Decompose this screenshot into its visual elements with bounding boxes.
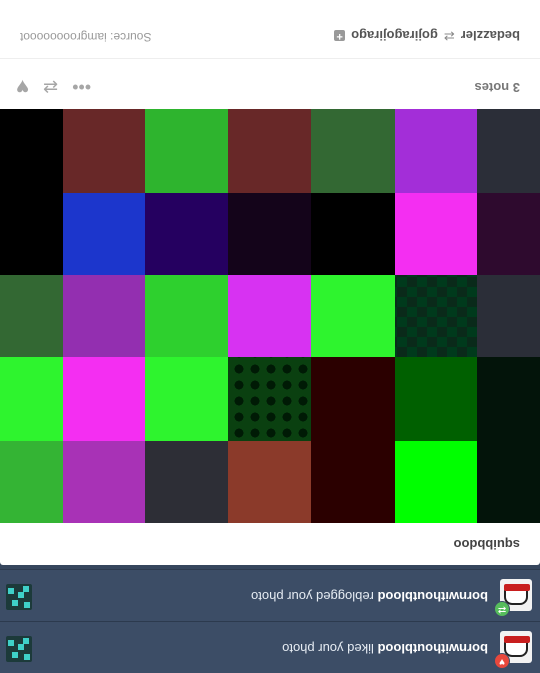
grid-tile [395,275,477,357]
grid-tile [311,109,395,193]
post-footer: 3 notes ••• ⇄ ♥ [0,65,540,109]
grid-tile [0,193,63,275]
grid-tile [311,441,395,523]
post-actions: ••• ⇄ ♥ [16,75,91,100]
source-attribution[interactable]: Source: iamgroooooooot [20,30,151,44]
grid-tile [477,109,540,193]
grid-tile [395,441,477,523]
dashboard-view: ♥ bornwithoutblood liked your photo ⇄ bo… [0,0,540,673]
heart-icon[interactable]: ♥ [16,75,29,100]
reblog-icon[interactable]: ⇄ [43,75,58,99]
activity-text: bornwithoutblood reblogged your photo [251,589,488,604]
activity-item-like[interactable]: ♥ bornwithoutblood liked your photo [0,621,540,673]
grid-tile [311,357,395,441]
grid-tile [228,357,311,441]
grid-tile [477,357,540,441]
activity-action: liked your photo [282,641,374,656]
activity-text: bornwithoutblood liked your photo [282,641,488,656]
grid-tile [145,275,228,357]
more-dots-icon[interactable]: ••• [72,75,91,99]
grid-tile [0,275,63,357]
post-thumbnail[interactable] [6,584,32,610]
activity-item-reblog[interactable]: ⇄ bornwithoutblood reblogged your photo [0,569,540,621]
follow-plus-icon[interactable]: + [334,30,346,43]
grid-tile [228,441,311,523]
grid-tile [145,357,228,441]
grid-tile [0,441,63,523]
reblog-icon: ⇄ [443,29,455,44]
grid-tile [145,193,228,275]
reblog-icon: ⇄ [494,601,510,617]
notes-count[interactable]: 3 notes [474,80,520,95]
activity-user-link[interactable]: bornwithoutblood [378,589,488,604]
grid-tile [228,109,311,193]
post-author[interactable]: squibbdoo [454,537,520,552]
reblog-to-link[interactable]: gojiragojirago [351,29,438,44]
source-bar: bedazzler ⇄ gojiragojirago + Source: iam… [0,0,540,59]
grid-tile [63,441,145,523]
grid-tile [0,109,63,193]
grid-tile [145,441,228,523]
shoe-sole-shape [504,636,530,643]
grid-tile [395,109,477,193]
grid-tile [477,275,540,357]
grid-tile [63,357,145,441]
photo-post: squibbdoo 3 notes ••• ⇄ ♥ [0,0,540,565]
photo-grid[interactable] [0,109,540,523]
post-header: squibbdoo [0,523,540,565]
reblog-from-link[interactable]: bedazzler [461,29,520,44]
grid-tile [63,193,145,275]
grid-tile [228,193,311,275]
reblog-trail: bedazzler ⇄ gojiragojirago + [334,28,520,44]
post-thumbnail[interactable] [6,636,32,662]
activity-user-link[interactable]: bornwithoutblood [378,641,488,656]
grid-tile [395,357,477,441]
grid-tile [228,275,311,357]
activity-action: reblogged your photo [251,589,374,604]
grid-tile [311,193,395,275]
heart-icon: ♥ [494,653,510,669]
grid-tile [395,193,477,275]
source-name[interactable]: iamgroooooooot [20,30,107,44]
grid-tile [63,109,145,193]
grid-tile [145,109,228,193]
grid-tile [477,193,540,275]
grid-tile [63,275,145,357]
grid-tile [477,441,540,523]
grid-tile [311,275,395,357]
grid-tile [0,357,63,441]
source-label: Source: [110,30,152,44]
shoe-sole-shape [504,584,530,591]
